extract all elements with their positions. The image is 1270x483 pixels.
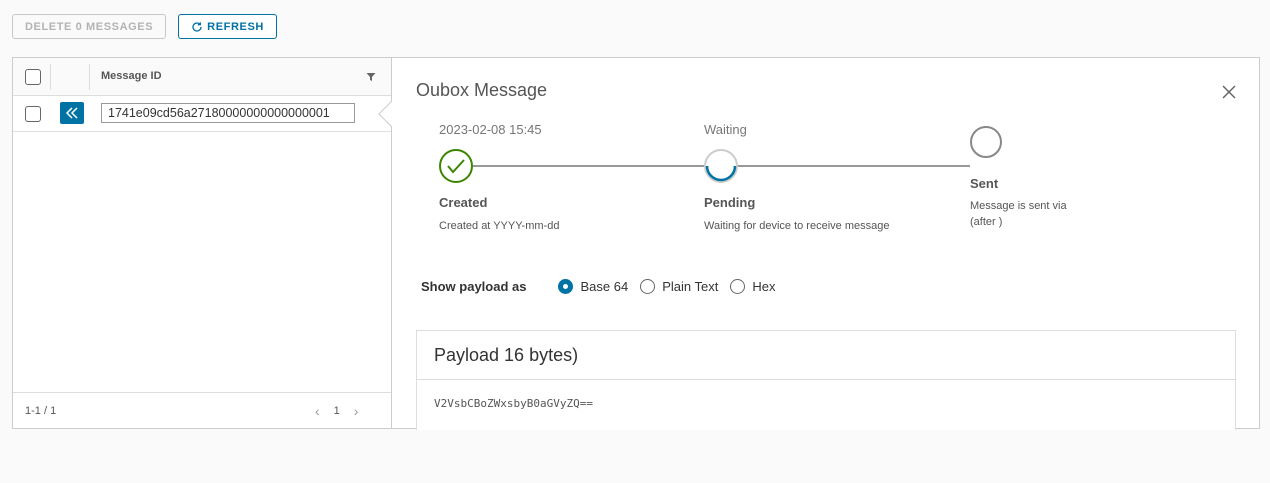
empty-circle-icon <box>970 126 1002 158</box>
detail-toggle-button[interactable] <box>60 102 84 124</box>
step-description: Message is sent via (after ) <box>970 200 1067 228</box>
step-description: Created at YYYY-mm-dd <box>439 220 560 232</box>
column-header-message-id[interactable]: Message ID <box>101 70 162 82</box>
radio-label: Base 64 <box>580 279 629 294</box>
step-title: Created <box>439 195 488 210</box>
current-page: 1 <box>333 405 340 417</box>
column-separator <box>89 64 90 90</box>
refresh-icon <box>192 21 202 32</box>
delete-messages-button[interactable]: DELETE 0 MESSAGES <box>12 14 167 39</box>
radio-label: Plain Text <box>662 279 719 294</box>
toolbar: DELETE 0 MESSAGES REFRESH <box>12 14 277 39</box>
timeline-connector <box>738 165 970 167</box>
previous-page-icon[interactable]: ‹ <box>315 403 320 419</box>
datagrid-header: Message ID <box>13 58 391 96</box>
message-detail-pane: Oubox Message 2023-02-08 15:45 Created C… <box>378 58 1259 430</box>
filter-icon[interactable] <box>366 72 376 82</box>
column-separator <box>50 64 51 90</box>
payload-format-label: Show payload as <box>421 279 527 294</box>
next-page-icon[interactable]: › <box>354 403 359 419</box>
select-all-checkbox[interactable] <box>25 69 41 85</box>
status-timeline: 2023-02-08 15:45 Created Created at YYYY… <box>439 122 1259 242</box>
close-icon[interactable] <box>1221 84 1237 100</box>
radio-plain-text[interactable]: Plain Text <box>640 279 718 294</box>
double-chevron-left-icon <box>65 107 78 119</box>
step-timestamp: Waiting <box>704 122 747 137</box>
radio-base64[interactable]: Base 64 <box>558 279 628 294</box>
step-title: Pending <box>704 195 756 210</box>
radio-button[interactable] <box>640 279 656 294</box>
check-circle-icon <box>439 149 473 183</box>
timeline-connector <box>473 165 704 167</box>
payload-card: Payload 16 bytes) V2VsbCBoZWxsbyB0aGVyZQ… <box>416 330 1236 430</box>
radio-button[interactable] <box>730 279 746 294</box>
timeline-step-pending: Waiting Pending Waiting for device to re… <box>704 122 934 232</box>
step-title: Sent <box>970 176 999 191</box>
message-id-cell[interactable]: 1741e09cd56a27180000000000000001 <box>101 103 355 123</box>
payload-format-selector: Show payload as Base 64 Plain Text Hex <box>421 279 787 294</box>
messages-datagrid: Message ID 1741e09cd56a27180000000000000… <box>12 57 1260 430</box>
detail-title: Oubox Message <box>416 80 548 100</box>
radio-label: Hex <box>752 279 776 294</box>
timeline-step-sent: Sent Message is sent via (after ) <box>970 122 1200 228</box>
row-checkbox[interactable] <box>25 106 41 122</box>
pagination: ‹ 1 › <box>315 403 358 419</box>
step-timestamp <box>970 122 1200 142</box>
table-row[interactable]: 1741e09cd56a27180000000000000001 <box>13 96 391 132</box>
step-description: Waiting for device to receive message <box>704 220 890 232</box>
progress-circle-icon <box>704 149 738 183</box>
step-timestamp: 2023-02-08 15:45 <box>439 122 542 137</box>
pagination-count: 1-1 / 1 <box>25 405 57 417</box>
radio-hex[interactable]: Hex <box>730 279 775 294</box>
refresh-label: REFRESH <box>207 20 264 33</box>
payload-value: V2VsbCBoZWxsbyB0aGVyZQ== <box>434 397 593 410</box>
refresh-button[interactable]: REFRESH <box>178 14 277 39</box>
radio-button[interactable] <box>558 279 574 294</box>
datagrid-footer: 1-1 / 1 ‹ 1 › <box>13 392 391 428</box>
payload-title: Payload 16 bytes) <box>417 331 1235 380</box>
timeline-step-created: 2023-02-08 15:45 Created Created at YYYY… <box>439 122 669 232</box>
